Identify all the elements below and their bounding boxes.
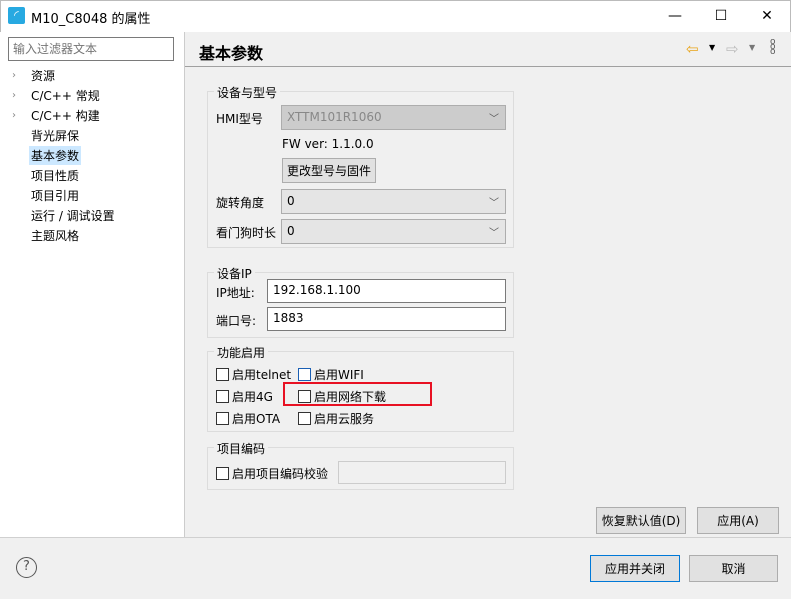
sidebar-item-label: 基本参数 — [29, 145, 82, 165]
rotate-label: 旋转角度 — [216, 196, 265, 210]
sidebar-item[interactable]: 背光屏保 — [12, 125, 81, 145]
watchdog-value: 0 — [287, 224, 295, 238]
encoding-input — [338, 461, 506, 484]
back-arrow-icon[interactable]: ⇦ — [686, 40, 699, 58]
chevron-right-icon[interactable]: › — [12, 70, 29, 81]
encoding-legend: 项目编码 — [214, 440, 269, 457]
window-title: M10_C8048 的属性 — [31, 12, 151, 27]
cancel-button[interactable]: 取消 — [689, 555, 778, 582]
rotate-select[interactable]: 0 ﹀ — [281, 189, 506, 214]
wifi-checkbox[interactable]: 启用WIFI — [298, 366, 364, 383]
device-legend: 设备与型号 — [214, 84, 281, 101]
telnet-checkbox[interactable]: 启用telnet — [216, 366, 291, 383]
highlight-box — [283, 382, 432, 406]
page-title: 基本参数 — [199, 44, 264, 63]
telnet-label: 启用telnet — [232, 368, 292, 382]
apply-and-close-button[interactable]: 应用并关闭 — [590, 555, 680, 582]
ip-label: IP地址: — [216, 286, 255, 300]
encoding-checkbox[interactable]: 启用项目编码校验 — [216, 465, 328, 482]
sidebar-item[interactable]: 基本参数 — [12, 145, 82, 165]
chevron-right-icon[interactable]: › — [12, 110, 29, 121]
minimize-button[interactable]: — — [652, 0, 698, 32]
close-button[interactable]: ✕ — [744, 0, 790, 32]
sidebar-item-label: 项目性质 — [31, 168, 80, 183]
sidebar-item-label: C/C++ 常规 — [31, 88, 100, 103]
ip-input[interactable]: 192.168.1.100 — [267, 279, 506, 303]
sidebar-item-label: 项目引用 — [31, 188, 80, 203]
menu-icon[interactable]: ooo — [770, 38, 776, 57]
back-dropdown-icon[interactable]: ▼ — [709, 43, 715, 52]
cloud-checkbox[interactable]: 启用云服务 — [298, 410, 374, 427]
watchdog-label: 看门狗时长 — [216, 226, 277, 240]
4g-label: 启用4G — [232, 390, 273, 404]
sidebar-item[interactable]: 主题风格 — [12, 225, 81, 245]
chevron-down-icon: ﹀ — [489, 228, 499, 239]
help-icon[interactable]: ? — [16, 557, 37, 578]
forward-arrow-icon[interactable]: ⇨ — [726, 40, 739, 58]
rotate-value: 0 — [287, 194, 295, 208]
ota-checkbox[interactable]: 启用OTA — [216, 410, 280, 427]
change-model-button[interactable]: 更改型号与固件 — [282, 158, 376, 183]
filter-input[interactable] — [8, 37, 174, 61]
watchdog-select[interactable]: 0 ﹀ — [281, 219, 506, 244]
app-logo-icon: ◜ — [8, 7, 25, 24]
sidebar-item[interactable]: › C/C++ 常规 — [12, 85, 102, 105]
sidebar-item-label: 背光屏保 — [31, 128, 80, 143]
sidebar-item-label: C/C++ 构建 — [31, 108, 100, 123]
wifi-label: 启用WIFI — [314, 368, 364, 382]
hmi-select: XTTM101R1060 ﹀ — [281, 105, 506, 130]
sidebar-item[interactable]: 运行 / 调试设置 — [12, 205, 117, 225]
ota-label: 启用OTA — [232, 412, 281, 426]
cloud-label: 启用云服务 — [314, 412, 375, 426]
chevron-down-icon: ﹀ — [489, 114, 499, 125]
chevron-right-icon[interactable]: › — [12, 90, 29, 101]
ip-legend: 设备IP — [214, 265, 255, 282]
chevron-down-icon: ﹀ — [489, 198, 499, 209]
port-label: 端口号: — [216, 314, 257, 328]
sidebar-item[interactable]: › 资源 — [12, 65, 57, 85]
sidebar-item-label: 主题风格 — [31, 228, 80, 243]
sidebar-item-label: 运行 / 调试设置 — [31, 208, 115, 223]
sidebar-item-label: 资源 — [31, 68, 56, 83]
port-input[interactable]: 1883 — [267, 307, 506, 331]
sidebar-item[interactable]: 项目引用 — [12, 185, 81, 205]
page-header — [185, 32, 791, 67]
sidebar-item[interactable]: 项目性质 — [12, 165, 81, 185]
maximize-button[interactable]: ☐ — [698, 0, 744, 32]
hmi-value: XTTM101R1060 — [287, 110, 382, 124]
sidebar-item[interactable]: › C/C++ 构建 — [12, 105, 102, 125]
hmi-label: HMI型号 — [216, 112, 263, 126]
encoding-label: 启用项目编码校验 — [232, 467, 329, 481]
features-legend: 功能启用 — [214, 344, 269, 361]
4g-checkbox[interactable]: 启用4G — [216, 388, 273, 405]
restore-defaults-button[interactable]: 恢复默认值(D) — [596, 507, 686, 534]
fw-version: FW ver: 1.1.0.0 — [282, 137, 374, 151]
forward-dropdown-icon[interactable]: ▼ — [749, 43, 755, 52]
apply-button[interactable]: 应用(A) — [697, 507, 779, 534]
